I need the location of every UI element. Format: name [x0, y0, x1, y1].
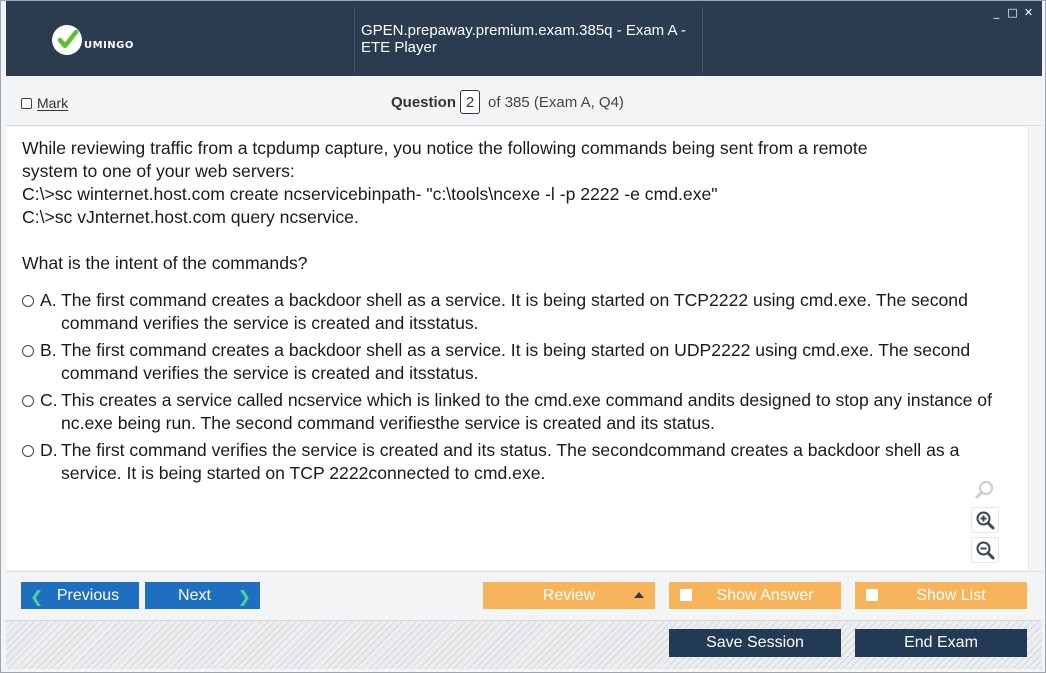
stem-line: C:\>sc winternet.host.com create ncservi…	[22, 184, 718, 204]
stem-line: system to one of your web servers:	[22, 161, 295, 181]
logo-text: UMINGO	[84, 39, 134, 51]
maximize-button[interactable]: □	[1007, 6, 1018, 19]
option-text: The first command creates a backdoor she…	[61, 290, 968, 333]
footer-bar: Save Session End Exam	[6, 620, 1042, 669]
question-content: While reviewing traffic from a tcpdump c…	[6, 127, 1028, 570]
answer-option-a[interactable]: A. The first command creates a backdoor …	[22, 289, 1012, 335]
title-separator	[702, 7, 703, 73]
save-session-button[interactable]: Save Session	[669, 629, 841, 657]
option-letter: A.	[40, 290, 57, 310]
previous-label: Previous	[56, 586, 120, 604]
checkbox-icon	[21, 97, 32, 109]
stem-line: While reviewing traffic from a tcpdump c…	[22, 138, 868, 158]
previous-button[interactable]: ❮ Previous	[21, 582, 139, 609]
question-word: Question	[391, 93, 457, 111]
content-scrollbar[interactable]	[1028, 127, 1042, 570]
caret-up-icon	[634, 592, 644, 598]
question-prompt: What is the intent of the commands?	[22, 253, 308, 273]
app-window: UMINGO GPEN.prepaway.premium.exam.385q -…	[0, 0, 1046, 673]
radio-button[interactable]	[22, 445, 34, 457]
show-answer-label: Show Answer	[716, 586, 814, 604]
option-letter: C.	[40, 390, 58, 410]
show-list-button[interactable]: Show List	[855, 582, 1027, 609]
radio-button[interactable]	[22, 345, 34, 357]
answer-options: A. The first command creates a backdoor …	[22, 289, 1012, 485]
next-button[interactable]: Next ❯	[145, 582, 260, 609]
option-text: The first command verifies the service i…	[61, 440, 960, 483]
question-number-input[interactable]: 2	[460, 90, 481, 114]
question-stem: While reviewing traffic from a tcpdump c…	[22, 137, 1012, 229]
app-logo: UMINGO	[52, 23, 134, 57]
end-exam-label: End Exam	[904, 634, 978, 651]
chevron-left-icon: ❮	[30, 587, 44, 606]
title-separator	[354, 7, 355, 73]
answer-option-d[interactable]: D. The first command verifies the servic…	[22, 439, 1012, 485]
zoom-tools	[967, 477, 1003, 563]
review-label: Review	[542, 586, 596, 604]
checkmark-logo-icon	[52, 25, 82, 55]
zoom-out-icon[interactable]	[971, 537, 999, 563]
zoom-in-icon[interactable]	[971, 507, 999, 533]
checkbox-icon	[866, 589, 878, 601]
radio-button[interactable]	[22, 295, 34, 307]
answer-option-b[interactable]: B. The first command creates a backdoor …	[22, 339, 1012, 385]
title-bar: UMINGO GPEN.prepaway.premium.exam.385q -…	[6, 1, 1042, 76]
close-button[interactable]: ✕	[1023, 6, 1034, 19]
review-button[interactable]: Review	[483, 582, 655, 609]
mark-checkbox[interactable]: Mark	[21, 95, 68, 111]
question-navigator: Question 2 of 385 (Exam A, Q4)	[391, 90, 624, 114]
magnifier-icon[interactable]	[971, 477, 999, 503]
end-exam-button[interactable]: End Exam	[855, 629, 1027, 657]
show-answer-button[interactable]: Show Answer	[669, 582, 841, 609]
window-controls: _ □ ✕	[991, 6, 1034, 19]
checkbox-icon	[680, 589, 692, 601]
chevron-right-icon: ❯	[237, 587, 251, 606]
mark-label: Mark	[37, 95, 69, 111]
minimize-button[interactable]: _	[991, 6, 1002, 19]
navigation-toolbar: ❮ Previous Next ❯ Review Show Answer Sho…	[6, 571, 1042, 619]
next-label: Next	[178, 586, 211, 604]
option-letter: D.	[40, 440, 58, 460]
option-letter: B.	[40, 340, 57, 360]
window-title: GPEN.prepaway.premium.exam.385q - Exam A…	[361, 21, 686, 56]
stem-line: C:\>sc vJnternet.host.com query ncservic…	[22, 207, 359, 227]
answer-option-c[interactable]: C. This creates a service called ncservi…	[22, 389, 1012, 435]
save-session-label: Save Session	[706, 634, 804, 651]
radio-button[interactable]	[22, 395, 34, 407]
option-text: The first command creates a backdoor she…	[61, 340, 971, 383]
question-count: of 385 (Exam A, Q4)	[488, 93, 624, 111]
question-header: Mark Question 2 of 385 (Exam A, Q4)	[6, 78, 1042, 126]
show-list-label: Show List	[916, 586, 986, 604]
option-text: This creates a service called ncservice …	[61, 390, 992, 433]
